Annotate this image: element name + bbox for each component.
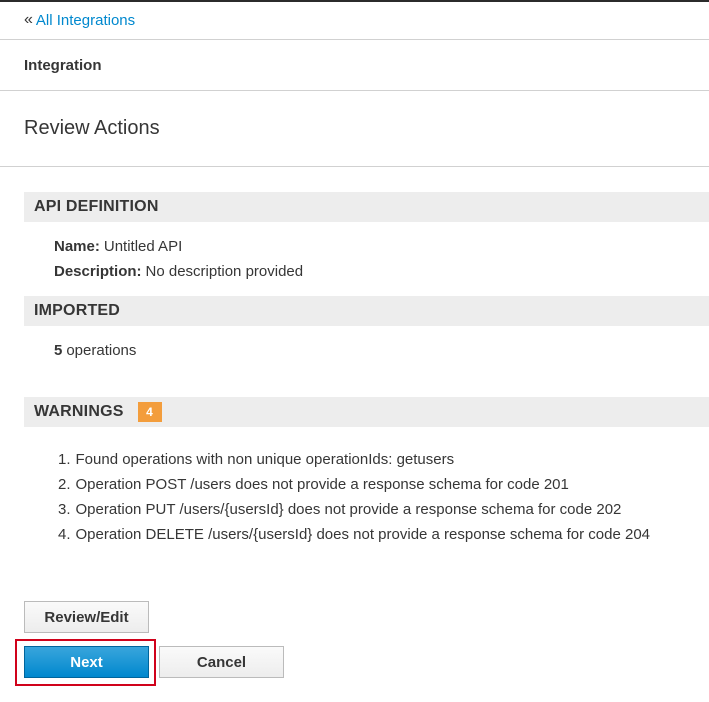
warning-text: Operation DELETE /users/{usersId} does n…: [75, 526, 651, 543]
imported-title: IMPORTED: [34, 302, 121, 319]
warning-item: 2. Operation POST /users does not provid…: [58, 472, 709, 497]
api-definition-title: API DEFINITION: [34, 198, 159, 215]
imported-count-row: 5 operations: [54, 338, 709, 363]
section-header: Integration: [0, 40, 709, 91]
breadcrumb: « All Integrations: [0, 2, 709, 40]
api-description-value: No description provided: [145, 263, 304, 280]
next-button[interactable]: Next: [24, 646, 149, 678]
warning-text: Operation POST /users does not provide a…: [75, 476, 569, 493]
page-title: Review Actions: [24, 117, 160, 139]
api-description-label: Description:: [54, 263, 142, 280]
page-title-bar: Review Actions: [0, 91, 709, 167]
warnings-header: WARNINGS 4: [24, 397, 709, 427]
review-content: API DEFINITION Name: Untitled API Descri…: [0, 192, 709, 547]
double-chevron-left-icon: «: [24, 10, 33, 28]
warning-text: Found operations with non unique operati…: [75, 451, 455, 468]
warnings-count-badge: 4: [137, 402, 162, 422]
api-definition-body: Name: Untitled API Description: No descr…: [24, 222, 709, 296]
imported-count-label: operations: [66, 342, 137, 359]
all-integrations-link[interactable]: « All Integrations: [24, 10, 136, 29]
section-title: Integration: [24, 56, 102, 74]
cancel-button[interactable]: Cancel: [159, 646, 284, 678]
warning-item: 1. Found operations with non unique oper…: [58, 447, 709, 472]
api-description-row: Description: No description provided: [54, 259, 709, 284]
warning-number: 1.: [58, 451, 71, 468]
warning-number: 2.: [58, 476, 71, 493]
api-name-row: Name: Untitled API: [54, 234, 709, 259]
warning-text: Operation PUT /users/{usersId} does not …: [75, 501, 622, 518]
imported-header: IMPORTED: [24, 296, 709, 326]
warning-number: 3.: [58, 501, 71, 518]
api-name-label: Name:: [54, 238, 100, 255]
warning-item: 4. Operation DELETE /users/{usersId} doe…: [58, 522, 709, 547]
api-definition-header: API DEFINITION: [24, 192, 709, 222]
all-integrations-label: All Integrations: [35, 12, 136, 29]
warning-item: 3. Operation PUT /users/{usersId} does n…: [58, 497, 709, 522]
imported-count: 5: [54, 342, 63, 359]
warnings-list: 1. Found operations with non unique oper…: [24, 427, 709, 547]
review-edit-button[interactable]: Review/Edit: [24, 601, 149, 633]
api-name-value: Untitled API: [103, 238, 183, 255]
imported-body: 5 operations: [24, 326, 709, 372]
review-actions-page: « All Integrations Integration Review Ac…: [0, 0, 709, 702]
warning-number: 4.: [58, 526, 71, 543]
warnings-title: WARNINGS: [34, 403, 124, 420]
